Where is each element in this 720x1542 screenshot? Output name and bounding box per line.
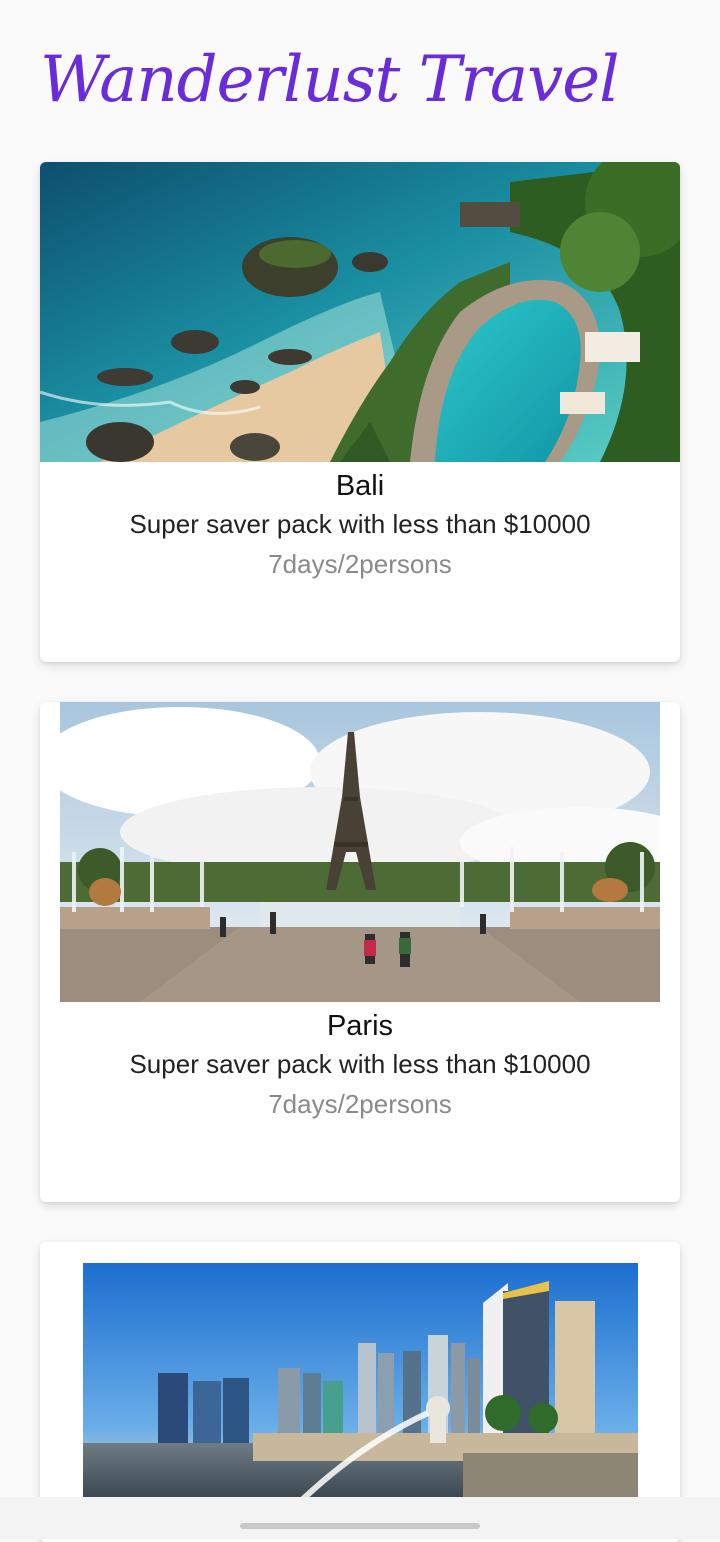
destination-description: Super saver pack with less than $10000 xyxy=(129,509,591,539)
bali-details: Bali Super saver pack with less than $10… xyxy=(40,468,680,584)
eiffel-tower-photo xyxy=(60,702,660,1002)
destination-description: Super saver pack with less than $10000 xyxy=(129,1049,591,1079)
destination-card-bali[interactable]: Bali Super saver pack with less than $10… xyxy=(40,162,680,662)
paris-details: Paris Super saver pack with less than $1… xyxy=(40,1008,680,1124)
destination-duration: 7days/2persons xyxy=(268,549,452,579)
app-title: Wanderlust Travel xyxy=(40,43,620,117)
destination-name: Bali xyxy=(335,470,385,502)
singapore-photo xyxy=(83,1263,638,1499)
destination-duration: 7days/2persons xyxy=(268,1089,452,1119)
destination-card-paris[interactable]: Paris Super saver pack with less than $1… xyxy=(40,702,680,1202)
destination-name: Paris xyxy=(326,1010,394,1042)
singapore-skyline-photo xyxy=(83,1263,638,1499)
beach-resort-photo xyxy=(40,162,680,462)
home-indicator[interactable] xyxy=(240,1523,480,1529)
navigation-bar xyxy=(0,1497,720,1539)
paris-photo xyxy=(60,702,660,1002)
bali-photo xyxy=(40,162,680,462)
